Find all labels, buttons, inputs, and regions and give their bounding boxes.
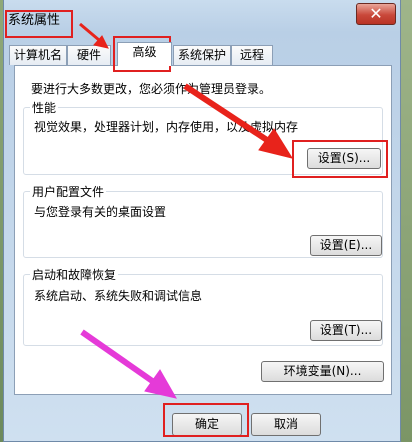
arrow-to-ok-icon	[80, 329, 177, 399]
arrow-to-settings-icon	[183, 83, 294, 159]
annotation-arrows	[79, 22, 294, 399]
tab-advanced[interactable]: 高级	[117, 42, 172, 66]
tab-label: 高级	[132, 45, 157, 59]
arrow-to-advanced-tab-icon	[79, 22, 109, 49]
